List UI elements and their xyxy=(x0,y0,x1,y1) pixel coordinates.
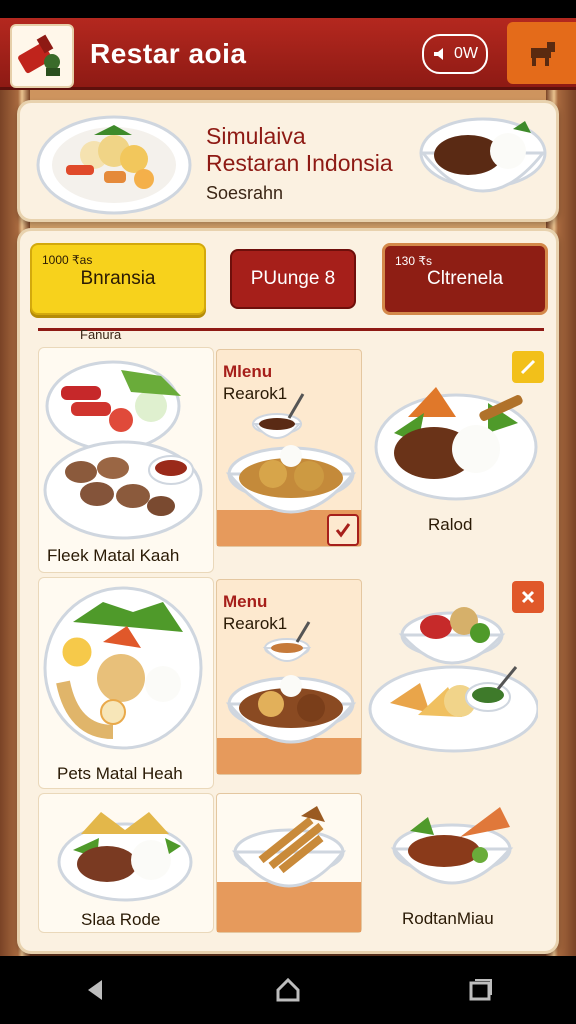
tab-tag: 130 ₹s xyxy=(395,254,432,268)
tab-label: Cltrenela xyxy=(426,268,504,289)
dish-card-slaa[interactable]: Slaa Rode xyxy=(38,793,214,933)
animal-icon[interactable] xyxy=(507,22,576,84)
menu-card-1[interactable]: Mlenu Rearok1 xyxy=(216,349,362,547)
dish-card-pets[interactable]: Pets Matal Heah xyxy=(38,577,214,789)
hero-title: Simulaiva Restaran Indonsia xyxy=(206,123,393,177)
rendang-plate-image xyxy=(374,387,538,501)
sate-bowl-image xyxy=(231,806,347,888)
tab-bnransia[interactable]: 1000 ₹as Bnransia xyxy=(30,243,206,315)
section-label: Fanura xyxy=(80,327,122,342)
curry-bowl-image xyxy=(225,393,357,514)
star-badge-icon[interactable] xyxy=(512,351,544,383)
dish-card-gado[interactable] xyxy=(364,577,544,777)
dish-card-fleek[interactable]: Fleek Matal Kaah xyxy=(38,347,214,573)
menu-title: Menu xyxy=(223,592,268,611)
menu-panel: 1000 ₹as Bnransia PUunge 8 130 ₹s Cltren… xyxy=(17,228,559,954)
ayam-plate-image xyxy=(57,812,193,902)
tab-puunge[interactable]: PUunge 8 xyxy=(230,249,356,309)
satay-plates-image xyxy=(43,360,203,540)
back-icon[interactable] xyxy=(66,965,126,1015)
home-icon[interactable] xyxy=(258,965,318,1015)
chef-hat-icon[interactable] xyxy=(10,24,74,88)
dish-card-rodtan[interactable]: RodtanMiau xyxy=(364,793,544,933)
tab-label: Bnransia xyxy=(80,268,156,289)
tab-cltrenela[interactable]: 130 ₹s Cltrenela xyxy=(382,243,548,315)
nasi-plate-image xyxy=(36,115,192,215)
sound-label: 0W xyxy=(454,45,478,62)
opor-bowl-image xyxy=(225,621,357,744)
hero-title-line1: Simulaiva xyxy=(206,123,306,149)
app-header: Restar aoia 0W xyxy=(0,18,576,90)
dish-label: Fleek Matal Kaah xyxy=(47,546,180,565)
checkbox-icon[interactable] xyxy=(327,514,359,546)
app-title: Restar aoia xyxy=(90,38,247,69)
ikan-bowl-image xyxy=(390,807,514,885)
nasi-campur-image xyxy=(43,586,203,750)
tab-label: PUunge 8 xyxy=(250,268,336,289)
system-nav-bar xyxy=(0,956,576,1024)
hero-subtitle: Soesrahn xyxy=(206,183,284,203)
speaker-icon xyxy=(434,48,443,60)
menu-title: Mlenu xyxy=(223,362,273,381)
dish-label: Slaa Rode xyxy=(81,910,161,929)
status-bar xyxy=(0,0,576,18)
menu-card-3[interactable] xyxy=(216,793,362,933)
dish-label: Ralod xyxy=(428,515,473,534)
close-badge-icon[interactable] xyxy=(512,581,544,613)
hero-card: Simulaiva Restaran Indonsia Soesrahn xyxy=(17,100,559,222)
dish-label: RodtanMiau xyxy=(402,909,494,928)
dish-label: Pets Matal Heah xyxy=(57,764,183,783)
dish-card-ralod[interactable]: Ralod xyxy=(364,347,544,547)
rendang-bowl-image xyxy=(419,117,547,193)
gado-gado-image xyxy=(368,607,538,753)
sound-toggle-button[interactable]: 0W xyxy=(422,34,488,74)
recents-icon[interactable] xyxy=(450,965,510,1015)
hero-title-line2: Restaran Indonsia xyxy=(206,150,393,176)
tab-tag: 1000 ₹as xyxy=(42,253,93,267)
menu-card-2[interactable]: Menu Rearok1 xyxy=(216,579,362,775)
